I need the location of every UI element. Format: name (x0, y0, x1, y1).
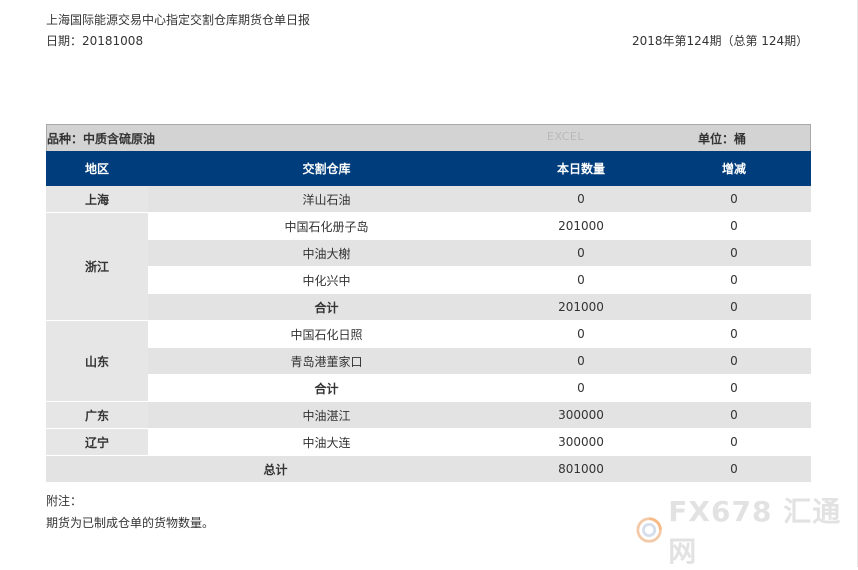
change-cell: 0 (657, 293, 811, 321)
notes-label: 附注： (46, 494, 83, 508)
change-cell: 0 (657, 186, 811, 213)
subtotal-label: 合计 (148, 374, 505, 402)
table-row: 上海 洋山石油 0 0 (46, 186, 811, 213)
quantity-cell: 300000 (505, 401, 657, 429)
region-cell: 广东 (46, 401, 148, 429)
change-cell: 0 (657, 212, 811, 240)
table-header-row: 地区 交割仓库 本日数量 增减 (46, 151, 811, 186)
notes-text: 期货为已制成仓单的货物数量。 (46, 516, 215, 530)
warehouse-cell: 中化兴中 (148, 266, 505, 294)
quantity-cell: 0 (505, 347, 657, 375)
quantity-cell: 201000 (505, 212, 657, 240)
watermark-text: FX678 汇通网 (668, 495, 842, 568)
quantity-cell: 0 (505, 239, 657, 267)
warehouse-cell: 中油大榭 (148, 239, 505, 267)
quantity-cell: 0 (505, 186, 657, 213)
total-row: 总计 801000 0 (46, 455, 811, 483)
column-header-warehouse: 交割仓库 (148, 151, 505, 186)
column-header-quantity: 本日数量 (505, 151, 657, 186)
warehouse-cell: 中油湛江 (148, 401, 505, 429)
region-cell: 浙江 (46, 212, 148, 321)
unit-label: 单位：桶 (698, 132, 747, 146)
report-issue-number: 2018年第124期（总第 124期） (632, 34, 809, 48)
excel-export-link[interactable]: EXCEL (547, 130, 584, 143)
quantity-cell: 201000 (505, 293, 657, 321)
region-cell: 山东 (46, 320, 148, 402)
column-header-region: 地区 (46, 151, 148, 186)
table-row: 山东 中国石化日照 0 0 (46, 320, 811, 402)
watermark: FX678 汇通网 (636, 495, 858, 568)
subtotal-label: 合计 (148, 293, 505, 321)
quantity-cell: 300000 (505, 428, 657, 456)
total-label: 总计 (46, 455, 505, 483)
change-cell: 0 (657, 374, 811, 402)
table-row: 广东 中油湛江 300000 0 (46, 401, 811, 429)
warehouse-cell: 中国石化日照 (148, 320, 505, 348)
table-row: 辽宁 中油大连 300000 0 (46, 428, 811, 456)
quantity-cell: 0 (505, 374, 657, 402)
column-header-change: 增减 (657, 151, 811, 186)
change-cell: 0 (657, 428, 811, 456)
warehouse-cell: 中油大连 (148, 428, 505, 456)
subtotal-row: 合计 201000 0 (46, 293, 811, 321)
table-row: 中油大榭 0 0 (46, 239, 811, 267)
report-meta-bar: 品种：中质含硫原油 EXCEL 单位：桶 (46, 124, 811, 151)
fx678-logo-icon (636, 517, 662, 543)
change-cell: 0 (657, 320, 811, 348)
report-title: 上海国际能源交易中心指定交割仓库期货仓单日报 (46, 13, 311, 27)
region-cell: 辽宁 (46, 428, 148, 456)
change-cell: 0 (657, 239, 811, 267)
total-change: 0 (657, 455, 811, 483)
quantity-cell: 0 (505, 320, 657, 348)
variety-label: 品种：中质含硫原油 (47, 132, 156, 146)
total-quantity: 801000 (505, 455, 657, 483)
warehouse-report: 品种：中质含硫原油 EXCEL 单位：桶 地区 交割仓库 本日数量 增减 上海 … (46, 124, 811, 483)
region-cell: 上海 (46, 186, 148, 213)
report-date: 日期：20181008 (46, 34, 144, 48)
table-row: 青岛港董家口 0 0 (46, 347, 811, 375)
warehouse-cell: 青岛港董家口 (148, 347, 505, 375)
subtotal-row: 合计 0 0 (46, 374, 811, 402)
change-cell: 0 (657, 401, 811, 429)
change-cell: 0 (657, 266, 811, 294)
table-row: 中化兴中 0 0 (46, 266, 811, 294)
quantity-cell: 0 (505, 266, 657, 294)
warehouse-table: 地区 交割仓库 本日数量 增减 上海 洋山石油 0 0 浙江 中国石化册子岛 2… (46, 151, 811, 483)
table-row: 浙江 中国石化册子岛 201000 0 (46, 212, 811, 321)
warehouse-cell: 洋山石油 (148, 186, 505, 213)
change-cell: 0 (657, 347, 811, 375)
warehouse-cell: 中国石化册子岛 (148, 212, 505, 240)
